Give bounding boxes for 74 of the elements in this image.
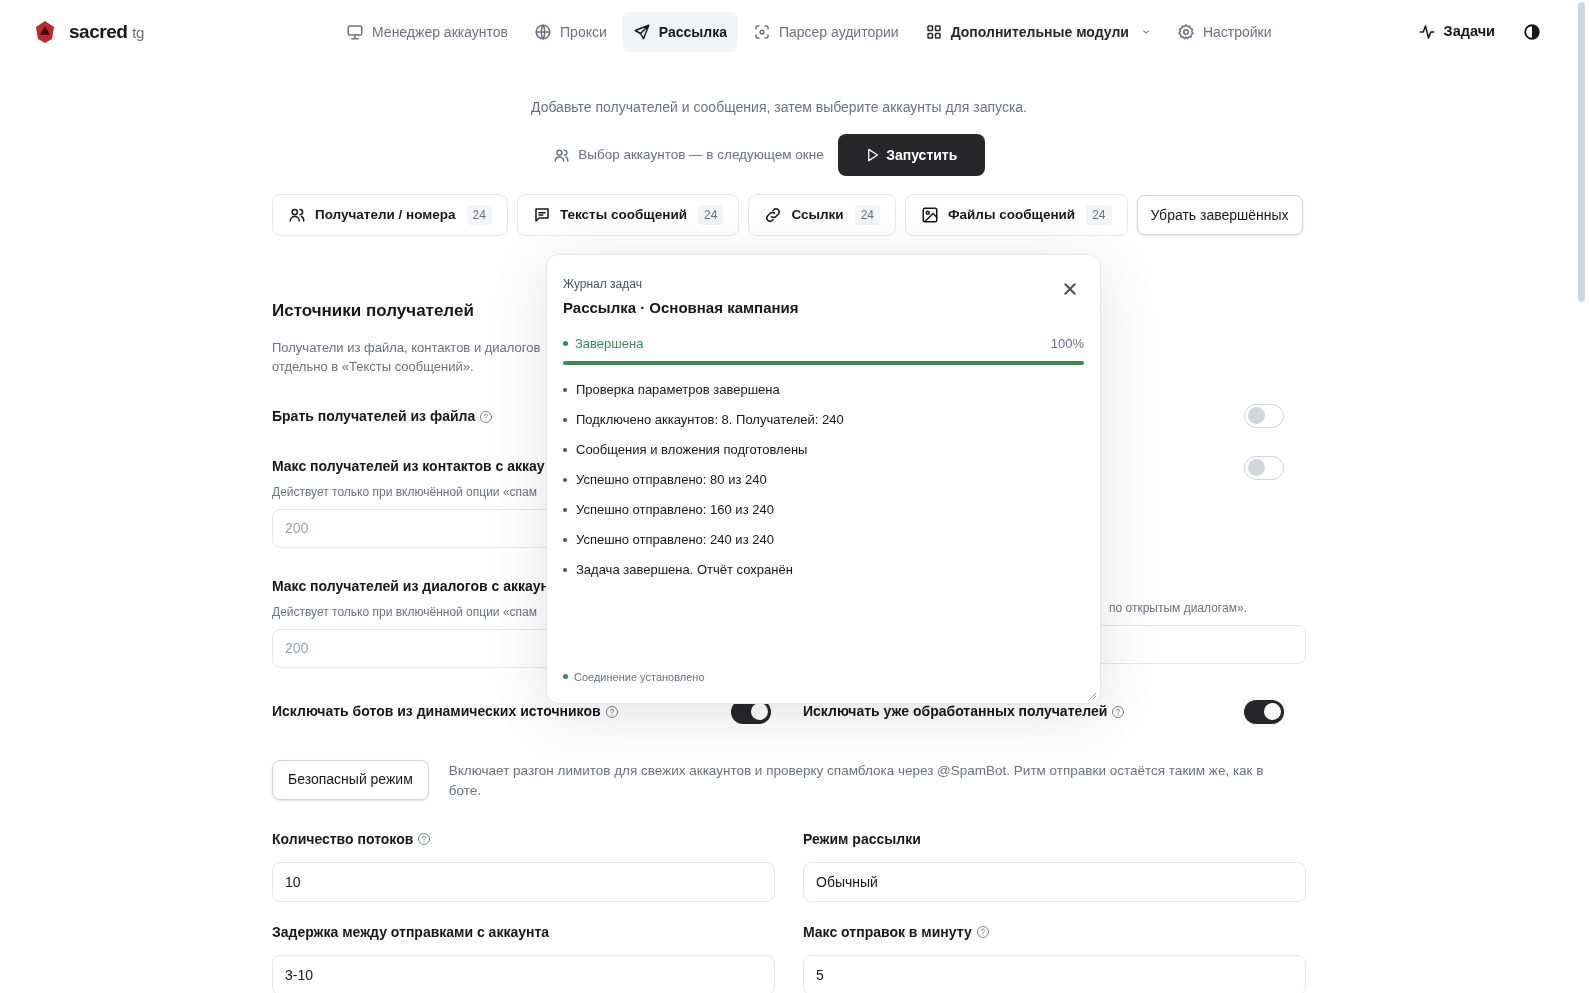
- theme-toggle-icon[interactable]: [1523, 23, 1541, 41]
- nav-tab[interactable]: Прокси: [523, 12, 618, 52]
- help-icon[interactable]: [604, 704, 619, 719]
- field-label: Исключать ботов из динамических источников: [272, 702, 601, 721]
- text-input[interactable]: Обычный: [803, 861, 1306, 902]
- play-icon: [865, 147, 881, 163]
- accounts-hint: Выбор аккаунтов — в следующем окне: [578, 145, 824, 164]
- close-button[interactable]: [1062, 281, 1078, 297]
- log-entry: Успешно отправлено: 240 из 240: [576, 531, 774, 549]
- section-title: Источники получателей: [272, 300, 474, 322]
- launch-button[interactable]: Запустить: [837, 134, 985, 176]
- section-description: Получатели из файла, контактов и диалогов: [272, 338, 541, 357]
- field-label: Количество потоков: [272, 829, 414, 849]
- scan-icon: [752, 23, 771, 41]
- scrollbar-thumb[interactable]: [1578, 2, 1585, 302]
- toggle-switch[interactable]: [1244, 699, 1284, 724]
- category-button[interactable]: Тексты сообщений 24: [516, 194, 740, 236]
- help-icon[interactable]: [975, 925, 990, 939]
- nav-tab[interactable]: Парсер аудитории: [741, 12, 910, 52]
- field-hint: по открытым диалогам».: [1108, 599, 1248, 617]
- field-label: Режим рассылки: [803, 829, 921, 849]
- nav-tab[interactable]: Дополнительные модули: [913, 12, 1162, 52]
- resize-grip-icon[interactable]: [1089, 692, 1097, 700]
- intro-text: Добавьте получателей и сообщения, затем выберите аккаунты для запуска.: [530, 98, 1028, 117]
- panel-title: Рассылка · Основная кампания: [563, 298, 799, 318]
- chevron-down-icon: [1140, 27, 1151, 37]
- link-icon: [764, 206, 783, 224]
- toggle-switch[interactable]: [1244, 455, 1284, 480]
- help-icon[interactable]: [417, 832, 432, 846]
- log-entry: Успешно отправлено: 80 из 240: [576, 471, 767, 489]
- text-input[interactable]: 3-10: [272, 954, 775, 993]
- globe-icon: [534, 23, 553, 41]
- category-button[interactable]: Файлы сообщений 24: [905, 194, 1128, 236]
- nav-tab[interactable]: Менеджер аккаунтов: [335, 12, 520, 52]
- panel-eyebrow: Журнал задач: [563, 276, 643, 293]
- category-button[interactable]: Ссылки 24: [748, 194, 896, 236]
- field-label: Исключать уже обработанных получателей: [803, 702, 1108, 721]
- settings-icon: [1176, 23, 1195, 41]
- status-text: Завершена: [575, 334, 644, 353]
- section-description: отдельно в «Тексты сообщений».: [272, 357, 474, 376]
- help-icon[interactable]: [479, 409, 494, 424]
- nav-tab[interactable]: Рассылка: [621, 12, 738, 52]
- help-icon[interactable]: [1111, 704, 1126, 719]
- close-icon: [1062, 281, 1078, 297]
- field-hint: Действует только при включённой опции «спам: [272, 603, 538, 621]
- field-label: Задержка между отправками с аккаунта: [272, 922, 550, 942]
- log-entry: Подключено аккаунтов: 8. Получателей: 240: [576, 411, 844, 429]
- progress-percent: 100%: [1050, 334, 1084, 353]
- logo-icon: [35, 21, 55, 43]
- activity-icon: [1417, 23, 1436, 41]
- log-entry: Проверка параметров завершена: [576, 381, 780, 399]
- category-button[interactable]: Получатели / номера 24: [272, 194, 508, 236]
- field-label: Брать получателей из файла: [272, 407, 476, 426]
- clear-completed-button[interactable]: Убрать завершённых: [1136, 195, 1303, 235]
- field-label: Макс отправок в минуту: [803, 922, 972, 942]
- image-icon: [921, 206, 939, 224]
- safe-mode-description: Включает разгон лимитов для свежих аккаунтов и проверку спамблока через @SpamBot. Ритм отправки остаётся таким же, как в боте.: [448, 761, 1265, 800]
- field-label: Макс получателей из контактов с аккау: [272, 456, 546, 476]
- monitor-icon: [346, 23, 365, 41]
- grid-icon: [924, 23, 943, 41]
- users-icon: [288, 206, 306, 224]
- log-entry: Сообщения и вложения подготовлены: [576, 441, 808, 459]
- toggle-switch[interactable]: [1244, 403, 1284, 428]
- send-icon: [632, 23, 651, 41]
- logo-text: sacred tg: [69, 19, 144, 44]
- nav-tab[interactable]: Настройки: [1165, 12, 1283, 52]
- connection-status: Соединение установлено: [574, 669, 705, 685]
- text-input[interactable]: 10: [272, 861, 775, 902]
- text-input[interactable]: 5: [803, 954, 1306, 993]
- tasks-button[interactable]: Задачи: [1417, 21, 1495, 43]
- safe-mode-button[interactable]: Безопасный режим: [272, 759, 429, 800]
- users-icon: [553, 146, 571, 164]
- log-entry: Задача завершена. Отчёт сохранён: [576, 561, 793, 579]
- message-icon: [532, 206, 551, 224]
